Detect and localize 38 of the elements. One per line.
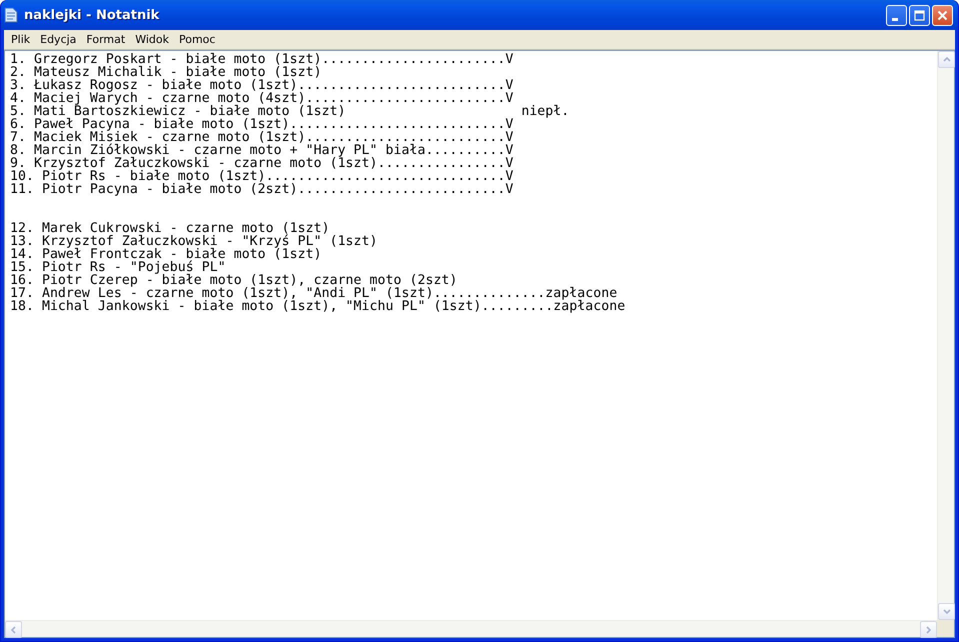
text-line: 4. Maciej Warych - czarne moto (4szt).........................V	[10, 92, 514, 105]
scroll-up-button[interactable]	[938, 51, 955, 68]
close-icon	[937, 10, 948, 20]
text-line: 11. Piotr Pacyna - białe moto (2szt)..........................V	[10, 183, 514, 196]
text-line: 9. Krzysztof Załuczkowski - czarne moto (1szt)................V	[10, 157, 514, 170]
text-line: 13. Krzysztof Załuczkowski - "Krzyś PL" (1szt)	[10, 235, 379, 248]
maximize-icon	[914, 10, 925, 20]
text-line: 15. Piotr Rs - "Pojebuś PL"	[10, 261, 226, 274]
text-line: 10. Piotr Rs - białe moto (1szt)..............................V	[10, 170, 514, 183]
text-line: 1. Grzegorz Poskart - białe moto (1szt).......................V	[10, 53, 514, 66]
text-line: 8. Marcin Ziółkowski - czarne moto + "Hary PL" biała..........V	[10, 144, 514, 157]
menu-item[interactable]: Pomoc	[174, 33, 220, 46]
menu-item[interactable]: Plik	[6, 33, 36, 46]
vertical-scrollbar[interactable]	[937, 51, 954, 620]
text-line: 14. Paweł Frontczak - białe moto (1szt)	[10, 248, 323, 261]
scroll-down-button[interactable]	[938, 603, 955, 620]
text-line: 18. Michal Jankowski - białe moto (1szt), "Michu PL" (1szt).........zapłacone	[10, 300, 626, 313]
menu-item[interactable]: Widok	[130, 33, 174, 46]
text-line: 7. Maciek Misiek - czarne moto (1szt).........................V	[10, 131, 514, 144]
close-button[interactable]	[932, 4, 953, 26]
text-line: 6. Paweł Pacyna - białe moto (1szt)...........................V	[10, 118, 514, 131]
scroll-right-button[interactable]	[920, 621, 937, 638]
text-line: 17. Andrew Les - czarne moto (1szt), "Andi PL" (1szt)..............zapłacone	[10, 287, 618, 300]
maximize-button[interactable]	[909, 4, 930, 26]
minimize-button[interactable]	[886, 4, 907, 26]
scrollbar-corner	[937, 620, 954, 637]
menu-item[interactable]: Edycja	[35, 33, 82, 46]
text-line: 2. Mateusz Michalik - białe moto (1szt)	[10, 66, 322, 79]
text-line: 5. Mati Bartoszkiewicz - białe moto (1szt) niepł.	[10, 105, 570, 118]
text-line: 12. Marek Cukrowski - czarne moto (1szt)	[10, 222, 331, 235]
text-line: 3. Łukasz Rogosz - białe moto (1szt)..........................V	[10, 79, 514, 92]
window-title: naklejki - Notatnik	[24, 8, 160, 22]
notepad-icon	[4, 7, 18, 23]
scroll-left-button[interactable]	[5, 621, 22, 638]
text-line: 16. Piotr Czerep - białe moto (1szt), czarne moto (2szt)	[10, 274, 458, 287]
horizontal-scrollbar[interactable]	[5, 620, 937, 637]
minimize-icon	[892, 18, 898, 20]
menu-item[interactable]: Format	[81, 33, 130, 46]
